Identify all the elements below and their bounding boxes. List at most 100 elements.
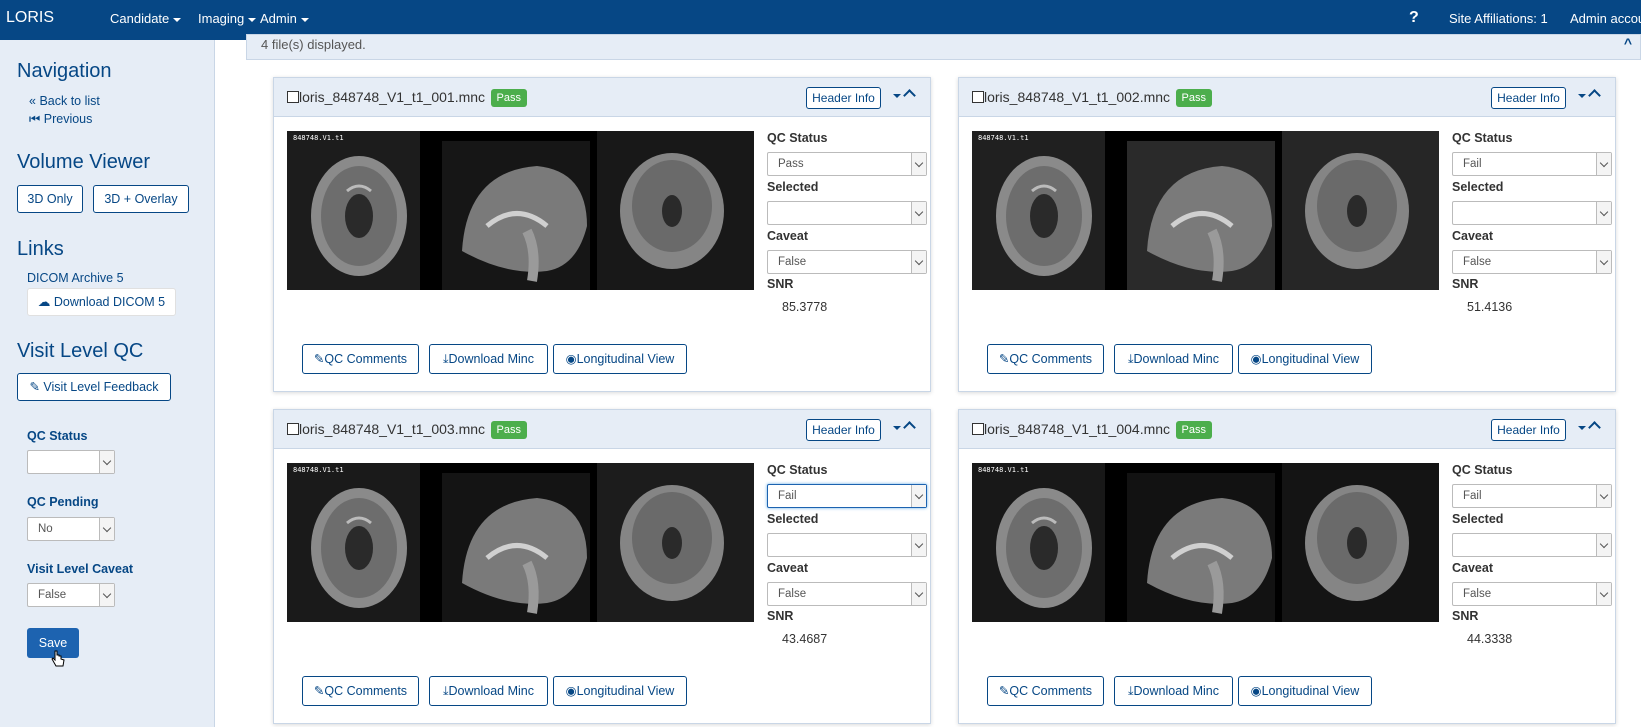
qc-pending-select[interactable]: No <box>27 517 115 541</box>
chevron-down-icon <box>1596 485 1611 507</box>
download-dicom-button[interactable]: ☁ Download DICOM 5 <box>27 288 176 316</box>
selected-select[interactable] <box>767 201 927 225</box>
caveat-select[interactable]: False <box>767 250 927 274</box>
file-panel: loris_848748_V1_t1_003.mnc Pass Header I… <box>273 409 931 724</box>
menu-admin-label: Admin <box>260 11 297 26</box>
selected-select[interactable] <box>1452 201 1612 225</box>
file-panel-header: loris_848748_V1_t1_003.mnc Pass Header I… <box>274 410 930 449</box>
snr-value: 85.3778 <box>782 300 828 314</box>
chevron-up-icon[interactable] <box>903 89 916 102</box>
snr-label: SNR <box>767 277 794 291</box>
3d-overlay-button[interactable]: 3D + Overlay <box>93 185 189 213</box>
file-select-checkbox[interactable] <box>287 91 299 103</box>
chevron-down-icon <box>173 17 182 22</box>
qc-status-select[interactable]: Fail <box>1452 484 1612 508</box>
header-info-button[interactable]: Header Info <box>806 87 881 109</box>
help-icon[interactable]: ? <box>1409 9 1419 27</box>
caveat-value: False <box>1463 588 1492 600</box>
dicom-archive-link[interactable]: DICOM Archive 5 <box>27 271 124 285</box>
account-menu[interactable]: Admin accou <box>1570 11 1641 26</box>
chevron-down-icon <box>911 534 926 556</box>
menu-candidate[interactable]: Candidate <box>110 11 182 26</box>
file-select-checkbox[interactable] <box>972 423 984 435</box>
visit-caveat-select[interactable]: False <box>27 583 115 607</box>
selected-label: Selected <box>767 180 819 194</box>
qc-pass-badge: Pass <box>490 89 527 107</box>
header-info-button[interactable]: Header Info <box>1491 87 1566 109</box>
selected-label: Selected <box>1452 512 1504 526</box>
chevron-down-icon <box>911 583 926 605</box>
3d-only-button[interactable]: 3D Only <box>17 185 83 213</box>
download-minc-button[interactable]: ⤓Download Minc <box>1114 676 1233 706</box>
caveat-value: False <box>778 256 807 268</box>
brain-mri-image[interactable]: 848748.V1.t1 <box>972 131 1439 290</box>
brain-mri-image[interactable]: 848748.V1.t1 <box>287 463 754 622</box>
menu-imaging-label: Imaging <box>198 11 245 26</box>
download-minc-button[interactable]: ⤓Download Minc <box>1114 344 1233 374</box>
cloud-download-icon: ☁ <box>37 295 51 309</box>
qc-pending-value: No <box>38 523 53 535</box>
snr-value: 43.4687 <box>782 632 828 646</box>
qc-status-select[interactable]: Fail <box>1452 152 1612 176</box>
qc-comments-label: QC Comments <box>1009 352 1093 366</box>
brain-slices-graphic <box>287 131 754 290</box>
download-dicom-label: Download DICOM 5 <box>53 295 166 309</box>
visit-qc-status-select[interactable] <box>27 450 115 474</box>
brain-mri-image[interactable]: 848748.V1.t1 <box>972 463 1439 622</box>
eye-icon: ◉ <box>565 352 577 366</box>
back-to-list-label: Back to list <box>39 94 100 108</box>
longitudinal-view-button[interactable]: ◉Longitudinal View <box>1238 344 1372 374</box>
file-panel: loris_848748_V1_t1_001.mnc Pass Header I… <box>273 77 931 392</box>
chevron-down-icon[interactable] <box>1578 94 1586 98</box>
qc-status-label: QC Status <box>27 429 88 443</box>
header-info-button[interactable]: Header Info <box>806 419 881 441</box>
chevron-up-icon[interactable] <box>1588 89 1601 102</box>
qc-comments-button[interactable]: ✎QC Comments <box>302 676 419 706</box>
back-to-list-link[interactable]: « Back to list <box>29 94 100 108</box>
chevron-up-icon[interactable] <box>1588 421 1601 434</box>
caveat-select[interactable]: False <box>1452 250 1612 274</box>
chevron-down-icon <box>911 485 926 507</box>
image-tag: 848748.V1.t1 <box>978 466 1029 474</box>
caveat-label: Caveat <box>767 561 808 575</box>
caveat-value: False <box>778 588 807 600</box>
sidebar: Navigation « Back to list ⏮ Previous Vol… <box>0 40 215 727</box>
image-tag: 848748.V1.t1 <box>978 134 1029 142</box>
qc-comments-button[interactable]: ✎QC Comments <box>302 344 419 374</box>
header-info-button[interactable]: Header Info <box>1491 419 1566 441</box>
chevron-down-icon[interactable] <box>893 426 901 430</box>
chevron-down-icon[interactable] <box>893 94 901 98</box>
qc-status-select[interactable]: Fail <box>767 484 927 508</box>
chevron-down-icon <box>911 153 926 175</box>
qc-pending-label: QC Pending <box>27 495 99 509</box>
chevron-up-icon[interactable] <box>903 421 916 434</box>
longitudinal-view-button[interactable]: ◉Longitudinal View <box>1238 676 1372 706</box>
chevron-down-icon[interactable] <box>1578 426 1586 430</box>
brain-mri-image[interactable]: 848748.V1.t1 <box>287 131 754 290</box>
caveat-select[interactable]: False <box>1452 582 1612 606</box>
chevron-down-icon <box>99 518 114 540</box>
previous-link[interactable]: ⏮ Previous <box>29 112 92 127</box>
file-select-checkbox[interactable] <box>972 91 984 103</box>
download-minc-button[interactable]: ⤓Download Minc <box>429 344 548 374</box>
site-affiliations[interactable]: Site Affiliations: 1 <box>1449 11 1548 26</box>
brand-logo[interactable]: LORIS <box>6 9 54 27</box>
menu-admin[interactable]: Admin <box>260 11 309 26</box>
file-select-checkbox[interactable] <box>287 423 299 435</box>
visit-feedback-label: Visit Level Feedback <box>43 380 159 394</box>
longitudinal-view-button[interactable]: ◉Longitudinal View <box>553 344 687 374</box>
qc-status-select[interactable]: Pass <box>767 152 927 176</box>
collapse-icon[interactable]: ^ <box>1624 35 1632 51</box>
chevron-down-icon <box>300 17 309 22</box>
selected-select[interactable] <box>1452 533 1612 557</box>
selected-select[interactable] <box>767 533 927 557</box>
caveat-select[interactable]: False <box>767 582 927 606</box>
menu-imaging[interactable]: Imaging <box>198 11 257 26</box>
download-minc-button[interactable]: ⤓Download Minc <box>429 676 548 706</box>
longitudinal-view-button[interactable]: ◉Longitudinal View <box>553 676 687 706</box>
qc-pass-badge: Pass <box>490 421 527 439</box>
visit-feedback-button[interactable]: ✎ Visit Level Feedback <box>17 373 171 401</box>
qc-comments-button[interactable]: ✎QC Comments <box>987 344 1104 374</box>
qc-comments-button[interactable]: ✎QC Comments <box>987 676 1104 706</box>
qc-status-value: Fail <box>1463 490 1482 502</box>
